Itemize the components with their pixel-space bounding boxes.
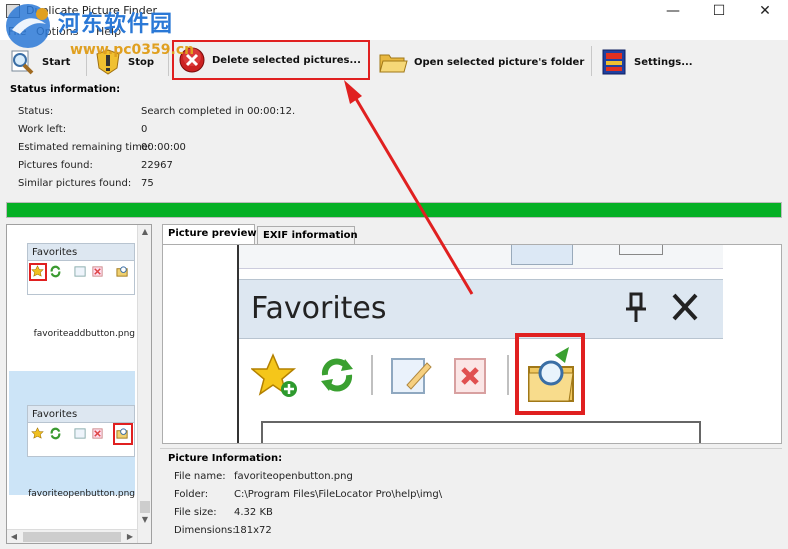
- similar-found-label: Similar pictures found:: [18, 178, 132, 189]
- preview-top-strip: [239, 245, 723, 269]
- start-button[interactable]: Start: [4, 44, 84, 80]
- status-value: Search completed in 00:00:12.: [141, 106, 296, 117]
- status-section: Status information: Status: Search compl…: [0, 82, 788, 198]
- stop-shield-icon: [96, 49, 120, 75]
- menu-help[interactable]: Help: [96, 25, 121, 38]
- tab-picture-preview[interactable]: Picture preview: [162, 224, 257, 245]
- folder-label: Folder:: [174, 489, 209, 500]
- pin-icon: [626, 292, 646, 322]
- start-label: Start: [42, 56, 71, 68]
- thumbnail-image: Favorites: [27, 243, 135, 295]
- picture-information: Picture Information: File name: favorite…: [160, 448, 782, 544]
- dimensions-value: 181x72: [234, 525, 272, 536]
- settings-icon: [602, 49, 626, 75]
- edit-icon: [74, 266, 86, 277]
- refresh-icon: [321, 358, 353, 392]
- thumbnail-caption: favoriteopenbutton.png: [28, 489, 135, 499]
- hscroll-thumb[interactable]: [23, 532, 121, 542]
- stop-label: Stop: [128, 56, 155, 68]
- info-heading: Picture Information:: [168, 453, 283, 464]
- panel-close-icon: [672, 293, 698, 321]
- settings-label: Settings...: [634, 56, 693, 68]
- magnifier-icon: [11, 50, 34, 75]
- close-button[interactable]: ✕: [742, 0, 788, 22]
- scroll-right-arrow[interactable]: ▶: [123, 530, 137, 543]
- delete-icon: [179, 47, 205, 73]
- preview-image: Favorites: [237, 245, 723, 443]
- toolbar-separator: [86, 46, 87, 76]
- thumbnail-item-selected[interactable]: Favorites favoriteopenbutton.png: [9, 371, 135, 499]
- highlight-box: [113, 423, 133, 445]
- file-name-value: favoriteopenbutton.png: [234, 471, 353, 482]
- stop-button[interactable]: Stop: [90, 44, 166, 80]
- refresh-icon: [50, 427, 61, 440]
- thumbnail-title: Favorites: [32, 409, 78, 420]
- edit-icon: [391, 358, 432, 394]
- toolbar-separator: [591, 46, 592, 76]
- open-folder-label: Open selected picture's folder: [414, 56, 585, 68]
- window-title: Duplicate Picture Finder: [26, 4, 158, 17]
- file-name-label: File name:: [174, 471, 226, 482]
- scroll-up-arrow[interactable]: ▲: [138, 225, 151, 239]
- delete-selected-button[interactable]: Delete selected pictures...: [172, 40, 370, 80]
- maximize-button[interactable]: ☐: [696, 0, 742, 22]
- thumbnail-title: Favorites: [32, 247, 78, 258]
- work-left-value: 0: [141, 124, 148, 135]
- highlight-box: [29, 263, 47, 281]
- remaining-time-value: 00:00:00: [141, 142, 186, 153]
- menu-bar: File Options Help: [0, 22, 788, 40]
- toolbar: Start Stop Delete selected pictures... O…: [0, 40, 788, 82]
- preview-panel-header: Favorites: [239, 279, 723, 339]
- star-add-icon: [251, 353, 297, 397]
- status-heading: Status information:: [10, 84, 121, 95]
- star-add-icon: [31, 427, 44, 439]
- edit-icon: [74, 428, 86, 439]
- folder-value: C:\Program Files\FileLocator Pro\help\im…: [234, 489, 443, 500]
- progress-fill: [7, 203, 781, 217]
- remove-icon: [92, 266, 103, 277]
- toolbar-separator: [168, 46, 169, 76]
- work-left-label: Work left:: [18, 124, 67, 135]
- horizontal-scrollbar[interactable]: ◀ ▶: [7, 529, 137, 543]
- title-bar: Duplicate Picture Finder — ☐ ✕: [0, 0, 788, 22]
- minimize-button[interactable]: —: [650, 0, 696, 22]
- settings-button[interactable]: Settings...: [596, 44, 716, 80]
- remove-icon: [92, 428, 103, 439]
- file-size-label: File size:: [174, 507, 217, 518]
- scroll-down-arrow[interactable]: ▼: [138, 513, 151, 527]
- scroll-thumb[interactable]: [140, 501, 150, 513]
- status-label: Status:: [18, 106, 54, 117]
- pictures-found-label: Pictures found:: [18, 160, 93, 171]
- thumbnail-item[interactable]: Favorites favoriteaddbutton.png: [9, 225, 135, 345]
- tab-exif-information[interactable]: EXIF information: [257, 226, 358, 244]
- picture-preview: Favorites: [162, 244, 782, 444]
- file-size-value: 4.32 KB: [234, 507, 273, 518]
- progress-bar: [6, 202, 782, 218]
- remove-icon: [454, 358, 486, 394]
- open-search-icon: [515, 333, 585, 415]
- pictures-found-value: 22967: [141, 160, 173, 171]
- thumbnail-list[interactable]: Favorites favoriteaddbutton.png Favorite…: [6, 224, 152, 544]
- scroll-left-arrow[interactable]: ◀: [7, 530, 21, 543]
- preview-toolbar: [239, 333, 723, 415]
- preview-panel-title: Favorites: [251, 291, 387, 326]
- refresh-icon: [50, 265, 61, 278]
- delete-label: Delete selected pictures...: [212, 54, 361, 66]
- vertical-scrollbar[interactable]: ▲ ▼: [137, 225, 151, 543]
- folder-icon: [379, 54, 408, 73]
- remaining-time-label: Estimated remaining time:: [18, 142, 152, 153]
- preview-input-box: [261, 421, 701, 443]
- thumbnail-caption: favoriteaddbutton.png: [33, 329, 135, 339]
- menu-options[interactable]: Options: [36, 25, 78, 38]
- menu-file[interactable]: File: [8, 25, 26, 38]
- dimensions-label: Dimensions:: [174, 525, 236, 536]
- open-search-icon: [116, 266, 128, 277]
- thumbnail-image: Favorites: [27, 405, 135, 457]
- open-folder-button[interactable]: Open selected picture's folder: [374, 44, 592, 80]
- app-icon: [6, 4, 20, 18]
- similar-found-value: 75: [141, 178, 154, 189]
